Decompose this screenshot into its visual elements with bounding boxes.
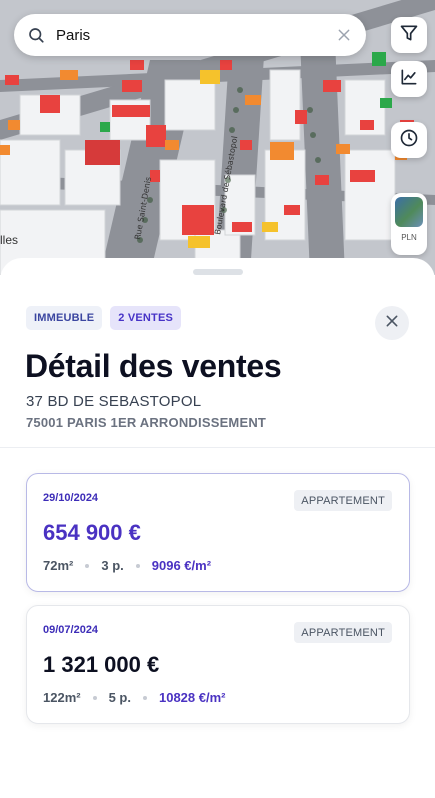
- building-badge: IMMEUBLE: [26, 306, 103, 330]
- search-bar: [14, 14, 366, 56]
- property-type-badge: APPARTEMENT: [294, 622, 392, 643]
- place-label: lles: [0, 233, 19, 247]
- page-title: Détail des ventes: [25, 348, 282, 384]
- sale-card[interactable]: 29/10/2024 APPARTEMENT 654 900 € 72m² 3 …: [26, 473, 410, 592]
- sale-meta: 72m² 3 p. 9096 €/m²: [43, 558, 211, 573]
- divider: [0, 447, 435, 448]
- separator-dot: [92, 695, 97, 700]
- surface: 122m²: [43, 690, 81, 705]
- map-style-button[interactable]: PLN: [391, 193, 427, 255]
- address-street: 37 BD DE SEBASTOPOL: [26, 393, 202, 410]
- separator-dot: [142, 695, 147, 700]
- address-city: 75001 PARIS 1ER ARRONDISSEMENT: [26, 415, 267, 430]
- sale-date: 09/07/2024: [43, 624, 99, 636]
- surface: 72m²: [43, 558, 74, 573]
- sheet-drag-handle[interactable]: [193, 269, 243, 275]
- filter-button[interactable]: [391, 17, 427, 53]
- history-button[interactable]: [391, 122, 427, 158]
- price-per-m2: 10828 €/m²: [158, 690, 226, 705]
- sale-card[interactable]: 09/07/2024 APPARTEMENT 1 321 000 € 122m²…: [26, 605, 410, 724]
- map-style-thumbnail: [395, 197, 423, 227]
- sale-price: 1 321 000 €: [43, 652, 160, 677]
- sale-meta: 122m² 5 p. 10828 €/m²: [43, 690, 225, 705]
- property-type-badge: APPARTEMENT: [294, 490, 392, 511]
- badge-row: IMMEUBLE 2 VENTES: [26, 306, 182, 330]
- search-input[interactable]: [56, 26, 334, 44]
- price-per-m2: 9096 €/m²: [151, 558, 212, 573]
- search-icon: [26, 25, 46, 45]
- filter-icon: [399, 23, 419, 48]
- separator-dot: [85, 563, 90, 568]
- sales-count-badge: 2 VENTES: [110, 306, 182, 330]
- sale-price: 654 900 €: [43, 520, 141, 545]
- chart-line-icon: [399, 67, 419, 92]
- rooms: 3 p.: [101, 558, 124, 573]
- clear-search-icon[interactable]: [334, 25, 354, 45]
- map-style-label: PLN: [401, 233, 417, 242]
- stats-button[interactable]: [391, 61, 427, 97]
- separator-dot: [135, 563, 140, 568]
- close-sheet-button[interactable]: [375, 306, 409, 340]
- sale-date: 29/10/2024: [43, 492, 99, 504]
- close-icon: [384, 313, 400, 334]
- clock-icon: [399, 128, 419, 153]
- sales-detail-sheet: IMMEUBLE 2 VENTES Détail des ventes 37 B…: [0, 258, 435, 798]
- rooms: 5 p.: [108, 690, 131, 705]
